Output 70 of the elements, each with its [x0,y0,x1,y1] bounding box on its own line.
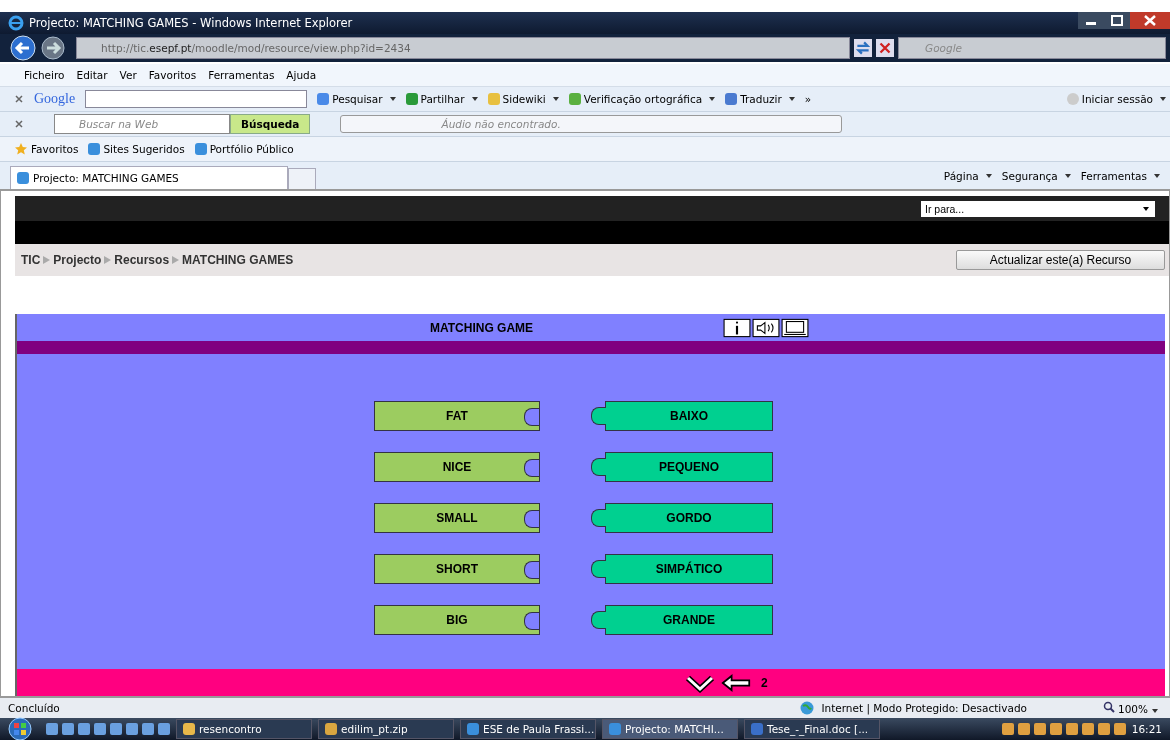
stop-icon[interactable] [876,39,894,57]
info-icon[interactable] [723,317,752,338]
taskbar-button[interactable]: resencontro [176,719,312,739]
command-button[interactable]: Segurança [1001,169,1071,182]
ie-logo-icon [8,15,24,31]
quick-launch-icons[interactable] [46,723,170,735]
favorite-link[interactable]: Portfólio Público [194,143,294,155]
toolbar-button[interactable]: Traduzir [725,93,795,105]
status-text: Concluído [8,702,60,714]
google-logo: Google [34,91,76,107]
close-button[interactable] [1130,12,1170,29]
globe-icon [799,700,816,716]
screen-icon[interactable] [781,317,810,338]
zoom-level[interactable]: 100% [1102,701,1158,715]
taskbar-button[interactable]: Tese_-_Final.doc [... [744,719,880,739]
toolbar-button[interactable]: Partilhar [405,93,478,105]
update-button[interactable]: Actualizar este(a) Recurso [956,250,1165,270]
back-arrow-icon[interactable] [721,672,751,693]
web-search-field[interactable]: Buscar na Web [54,114,230,134]
breadcrumb-link[interactable]: Projecto [53,253,102,267]
minimize-button[interactable] [1078,12,1104,29]
clock: 16:21 [1131,723,1163,735]
page-number: 2 [761,675,768,690]
favorites-button[interactable]: Favoritos [14,142,79,156]
breadcrumb-link[interactable]: Recursos [114,253,170,267]
word-piece[interactable]: FAT [374,401,540,431]
separator-icon [104,256,112,264]
menu-item[interactable]: Ficheiro [24,69,65,81]
close-icon[interactable] [14,119,24,129]
menu-item[interactable]: Favoritos [148,69,197,81]
separator-icon [43,256,51,264]
window-title: Projecto: MATCHING GAMES - Windows Internet Explorer [29,16,353,30]
favorite-link[interactable]: Sites Sugeridos [88,143,185,155]
menu-item[interactable]: Editar [76,69,108,81]
taskbar-button[interactable]: Projecto: MATCHI... [602,719,738,739]
close-icon[interactable] [14,94,24,104]
word-piece[interactable]: SMALL [374,503,540,533]
word-piece[interactable]: BIG [374,605,540,635]
menu-item[interactable]: Ajuda [286,69,317,81]
security-zone: Internet | Modo Protegido: Desactivado [821,702,1027,714]
audio-player: Áudio não encontrado. [340,115,843,133]
breadcrumb-link[interactable]: TIC [21,253,41,267]
word-piece[interactable]: NICE [374,452,540,482]
star-icon [14,142,28,156]
taskbar-button[interactable]: edilim_pt.zip [318,719,454,739]
back-button[interactable] [10,35,36,61]
word-piece[interactable]: SHORT [374,554,540,584]
more-button[interactable]: » [804,93,812,105]
separator-icon [172,256,180,264]
google-search-field[interactable] [85,90,308,108]
tray-icons[interactable] [1001,723,1126,735]
toolbar-button[interactable]: Verificação ortográfica [568,93,716,105]
forward-button[interactable] [40,35,66,61]
address-bar[interactable]: http://tic.esepf.pt/moodle/mod/resource/view.php?id=2434 [76,37,850,59]
menu-item[interactable]: Ver [119,69,137,81]
magnifier-icon [1102,701,1115,713]
maximize-button[interactable] [1104,12,1130,29]
sign-in-button[interactable]: Iniciar sessão [1066,93,1166,105]
command-button[interactable]: Página [943,169,992,182]
toolbar-button[interactable]: Sidewiki [487,93,559,105]
search-button[interactable]: Búsqueda [230,114,311,134]
menu-item[interactable]: Ferramentas [208,69,275,81]
command-button[interactable]: Ferramentas [1080,169,1160,182]
browser-tab[interactable]: Projecto: MATCHING GAMES [10,166,288,189]
refresh-icon[interactable] [854,39,872,57]
jump-menu[interactable]: Ir para... [921,200,1155,217]
taskbar-button[interactable]: ESE de Paula Frassi... [460,719,596,739]
speaker-icon[interactable] [752,317,781,338]
toolbar-button[interactable]: Pesquisar [317,93,396,105]
game-title: MATCHING GAME [430,320,534,335]
